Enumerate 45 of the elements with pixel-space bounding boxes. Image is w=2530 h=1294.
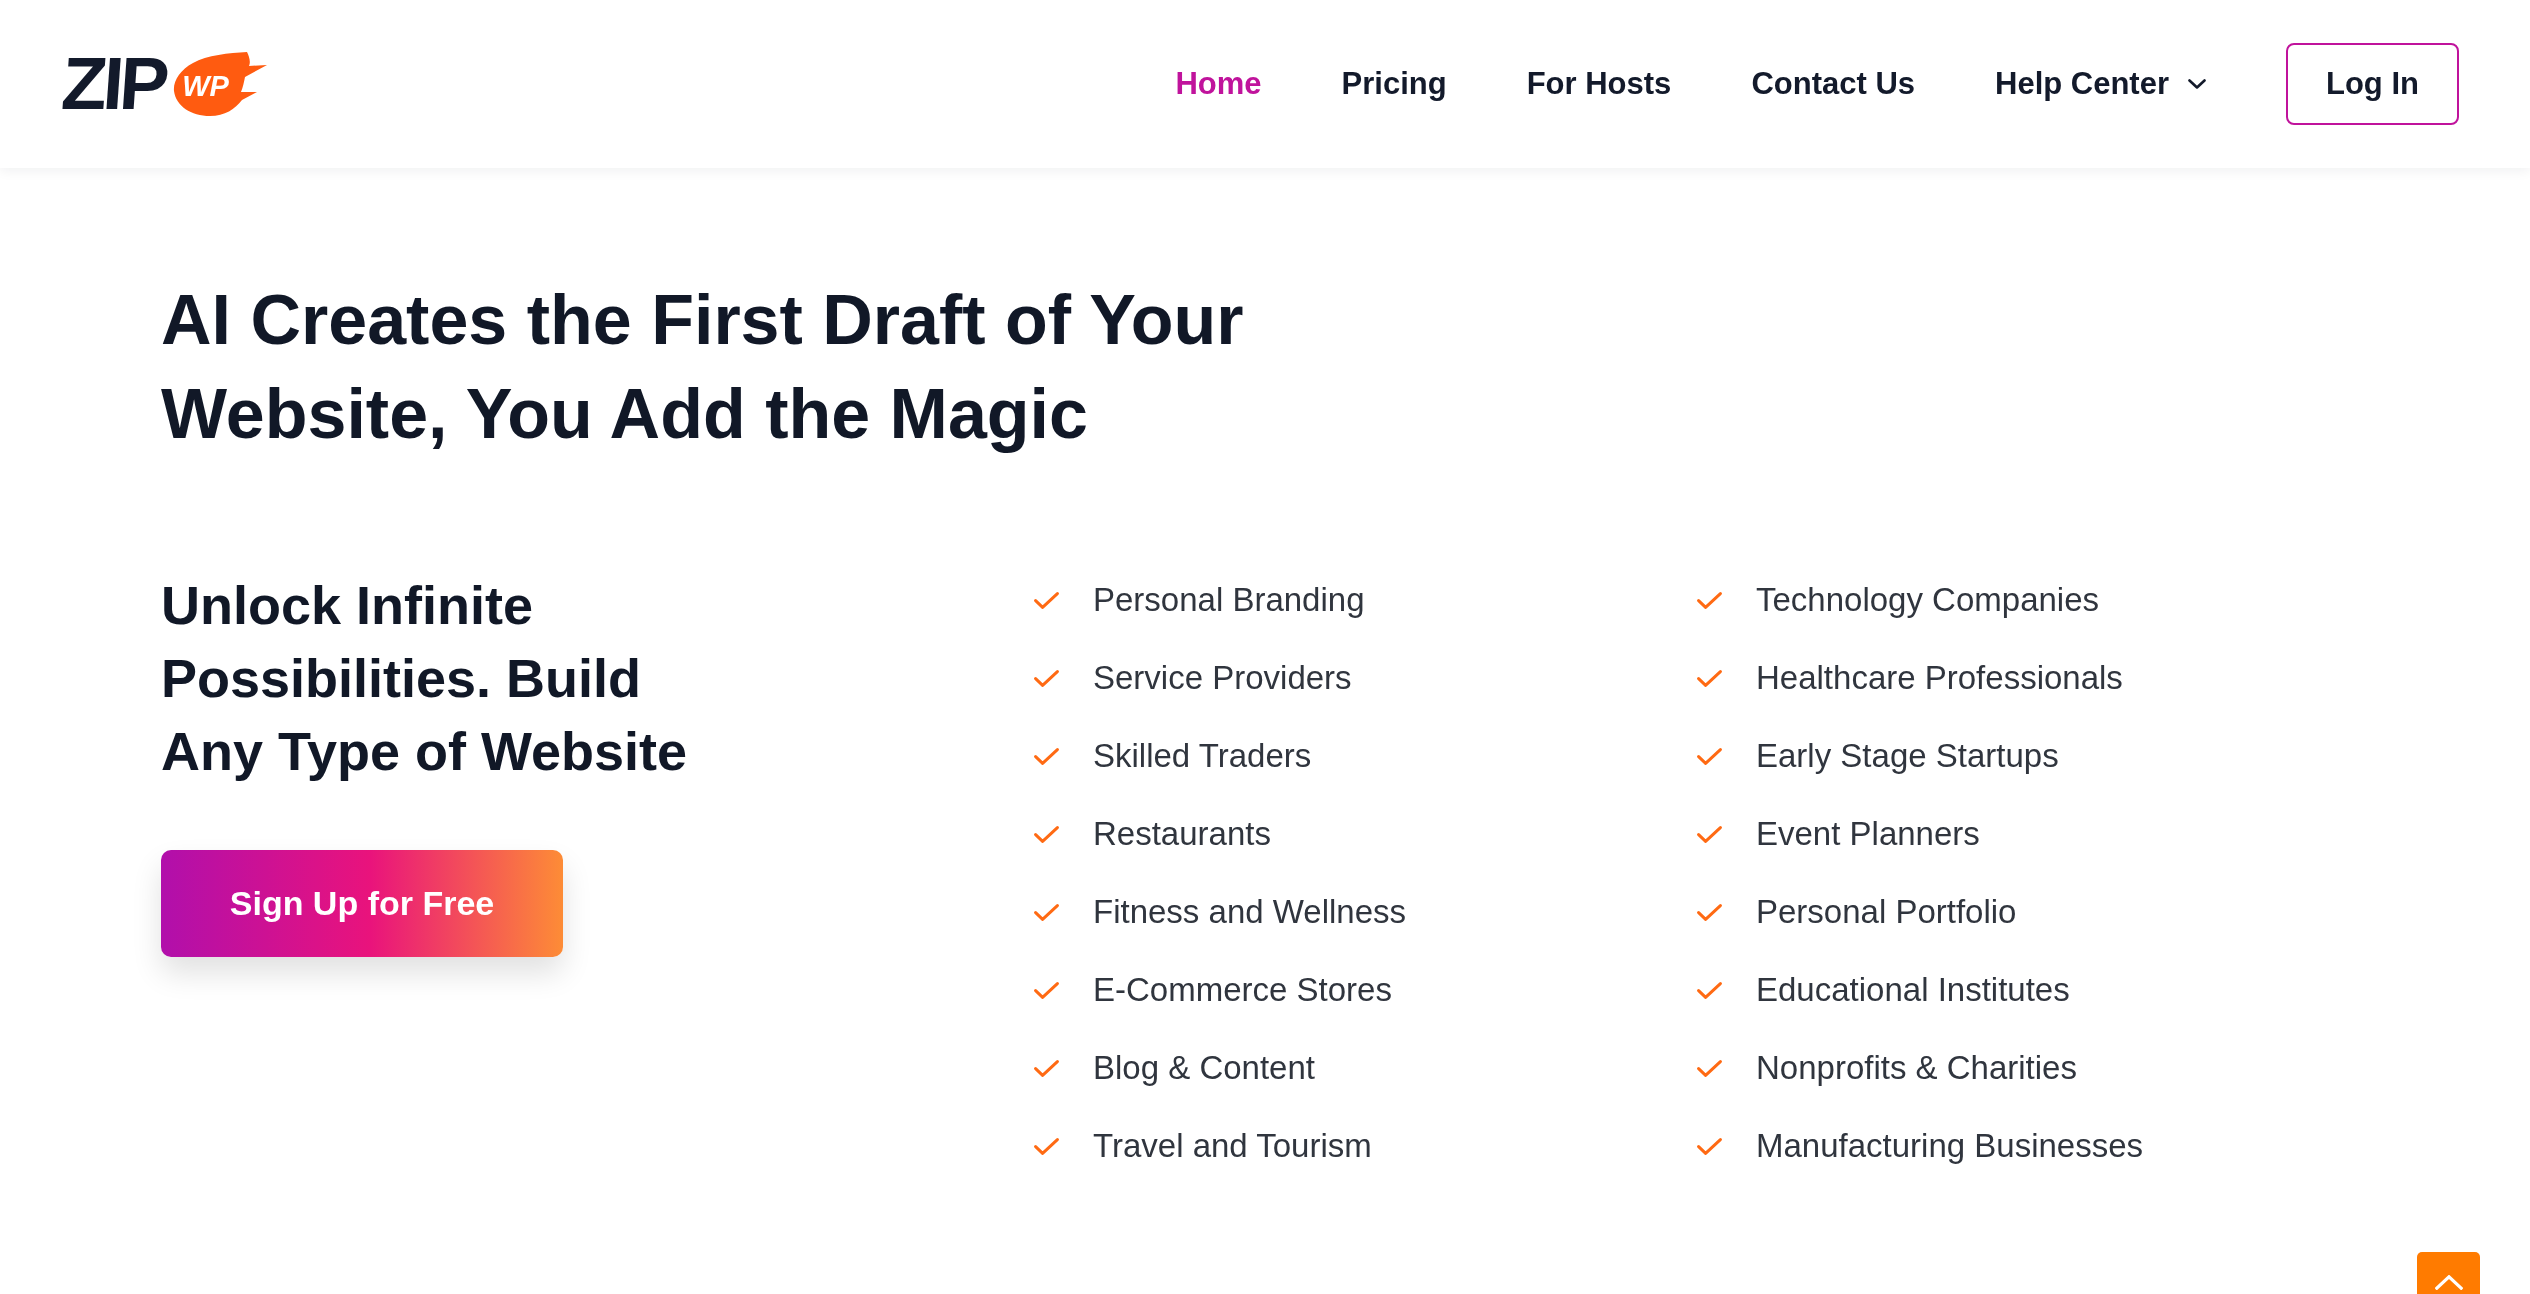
check-icon (1697, 903, 1722, 921)
feature-label: Fitness and Wellness (1093, 893, 1407, 931)
check-icon (1034, 1137, 1059, 1155)
feature-label: Blog & Content (1093, 1049, 1315, 1087)
check-icon (1697, 825, 1722, 843)
nav-link[interactable]: Home (1175, 66, 1262, 102)
feature-label: Service Providers (1093, 659, 1352, 697)
nav-link[interactable]: Pricing (1341, 66, 1447, 102)
nav-link[interactable]: Help Center (1995, 66, 2206, 102)
feature-label: Travel and Tourism (1093, 1127, 1372, 1165)
logo-wordmark[interactable]: ZIP (59, 54, 168, 114)
check-icon (1034, 903, 1059, 921)
nav-link[interactable]: Contact Us (1751, 66, 1915, 102)
scroll-to-top-button[interactable] (2417, 1252, 2480, 1294)
check-icon (1697, 747, 1722, 765)
feature-label: Educational Institutes (1756, 971, 2070, 1009)
check-icon (1034, 747, 1059, 765)
feature-label: E-Commerce Stores (1093, 971, 1392, 1009)
check-icon (1697, 591, 1722, 609)
feature-label: Nonprofits & Charities (1756, 1049, 2077, 1087)
feature-label: Manufacturing Businesses (1756, 1127, 2144, 1165)
feature-label: Technology Companies (1756, 581, 2100, 619)
check-icon (1697, 981, 1722, 999)
check-icon (1697, 669, 1722, 687)
login-button[interactable]: Log In (2286, 43, 2459, 125)
feature-label: Healthcare Professionals (1756, 659, 2123, 697)
feature-label: Personal Portfolio (1756, 893, 2017, 931)
chevron-down-icon[interactable] (2188, 79, 2206, 89)
check-icon (1034, 981, 1059, 999)
check-icon (1034, 825, 1059, 843)
caret-up-icon (2434, 1275, 2463, 1290)
feature-label: Event Planners (1756, 815, 1980, 853)
feature-label: Personal Branding (1093, 581, 1365, 619)
check-icon (1034, 669, 1059, 687)
check-icon (1034, 1059, 1059, 1077)
check-icon (1034, 591, 1059, 609)
feature-label: Early Stage Startups (1756, 737, 2059, 775)
nav-link[interactable]: For Hosts (1526, 66, 1672, 102)
feature-label: Restaurants (1093, 815, 1271, 853)
section-subheading: Unlock Infinite Possibilities. Build Any Type of Website (161, 574, 689, 783)
hero-heading: AI Creates the First Draft of Your Website, You Add the Magic (161, 280, 1245, 455)
sign-up-button[interactable]: Sign Up for Free (161, 850, 563, 957)
check-icon (1697, 1059, 1722, 1077)
feature-label: Skilled Traders (1093, 737, 1312, 775)
check-icon (1697, 1137, 1722, 1155)
